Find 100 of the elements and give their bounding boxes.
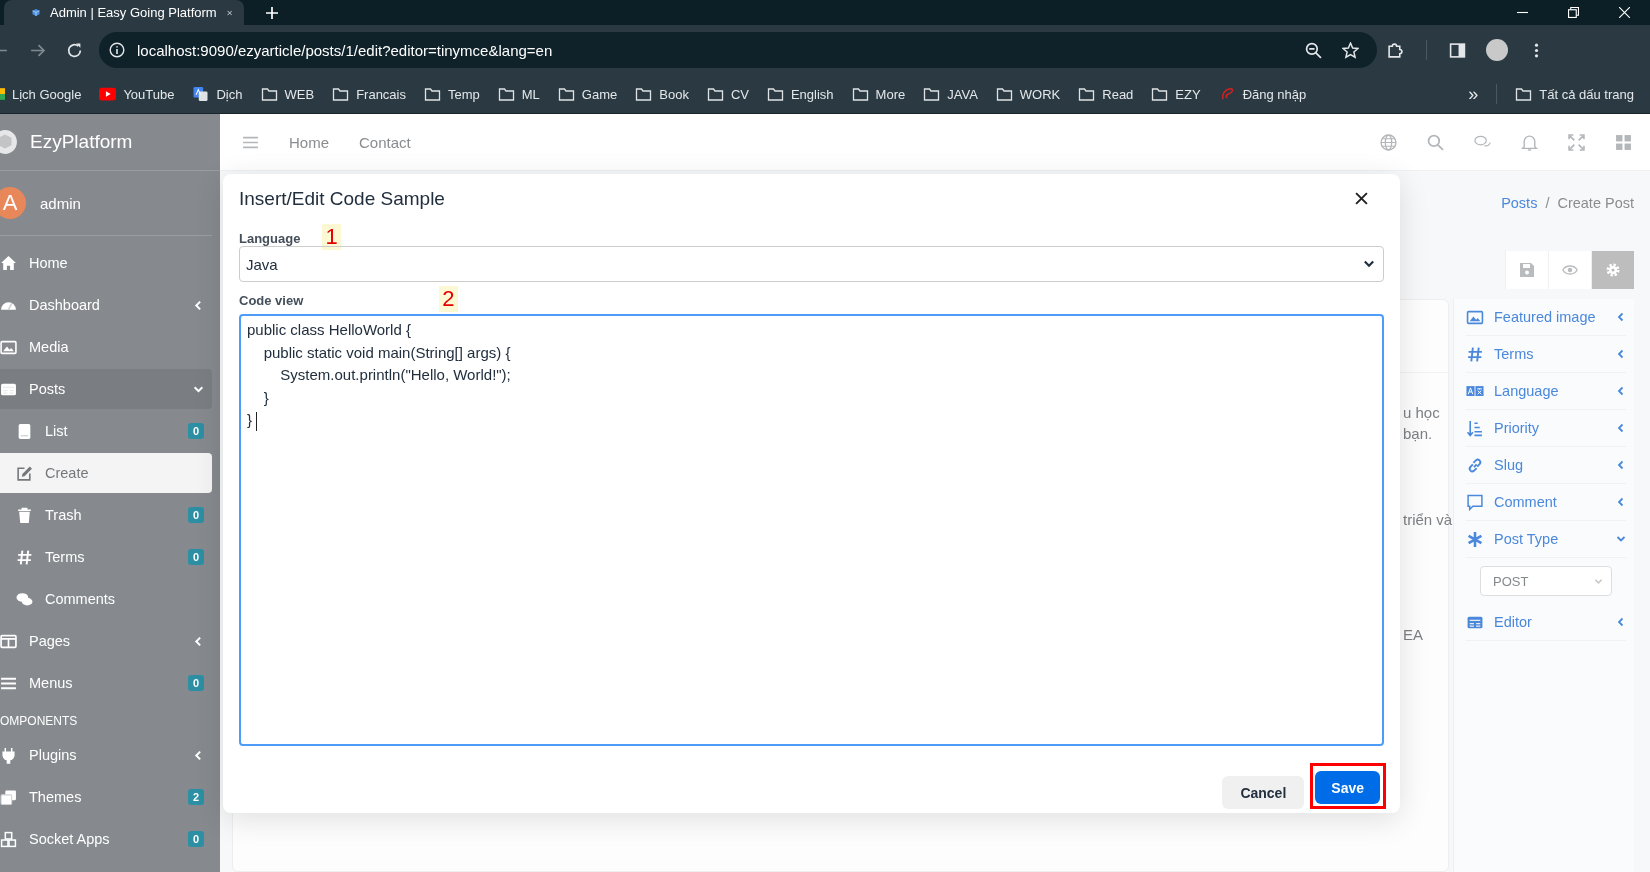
reload-icon[interactable] [66, 41, 83, 59]
info-icon [109, 42, 125, 58]
nav-link[interactable]: Contact [359, 133, 411, 151]
tab-title: Admin | Easy Going Platform [50, 5, 217, 20]
code-field[interactable]: public class HelloWorld { public static void main(String[] args) { System.out.println("Hello, World!"); } } [239, 314, 1384, 746]
windows-icon [0, 788, 17, 806]
count-badge: 0 [187, 423, 204, 439]
field-label: Code view [239, 293, 304, 308]
breadcrumb-current: Create Post [1557, 195, 1634, 211]
sidebar-item[interactable]: Plugins [0, 735, 212, 775]
paragraph-fragment: u học [1403, 404, 1440, 421]
folder-icon [1078, 87, 1096, 101]
bookmark[interactable]: WORK [995, 86, 1061, 102]
folder-icon [706, 87, 724, 101]
chevron-icon [1616, 423, 1626, 433]
brand-name: EzyPlatform [30, 131, 133, 153]
bookmark[interactable]: CV [706, 86, 749, 102]
bookmark[interactable]: More [851, 86, 906, 102]
browser-tab[interactable]: Admin | Easy Going Platform [4, 0, 244, 25]
dialog-title: Insert/Edit Code Sample [239, 187, 445, 210]
side-panel-icon[interactable] [1449, 41, 1466, 59]
folder-icon [260, 87, 278, 101]
bookmark[interactable]: English [766, 86, 834, 102]
chevron-icon [193, 299, 204, 311]
sidebar-item[interactable]: Media [0, 327, 212, 367]
nav-link[interactable]: Home [289, 133, 329, 151]
bookmark[interactable]: Dịch [192, 86, 243, 102]
folder-icon [497, 87, 515, 101]
sidebar-item[interactable]: Trash 0 [0, 495, 212, 535]
sidebar-item[interactable]: Posts [0, 369, 212, 409]
sidebar-item[interactable]: Dashboard [0, 285, 212, 325]
sidebar-item[interactable]: Themes 2 [0, 777, 212, 817]
chevron-icon [193, 635, 204, 647]
link-icon [1466, 456, 1484, 474]
bookmark[interactable]: Lịch Google [0, 86, 82, 102]
folder-icon [635, 87, 653, 101]
bookmark[interactable]: WEB [260, 86, 315, 102]
folder-icon [1515, 87, 1533, 101]
save-button[interactable]: Save [1315, 771, 1380, 804]
eye-icon [1562, 262, 1578, 278]
folder-icon [557, 87, 575, 101]
restore-icon[interactable] [1568, 7, 1579, 18]
language-select[interactable]: Java [239, 246, 1384, 282]
breadcrumb-link[interactable]: Posts [1501, 195, 1538, 211]
sidebar-item[interactable]: Create [0, 453, 212, 493]
settings-section-header[interactable]: Featured image [1466, 299, 1626, 336]
sidebar-item[interactable]: List 0 [0, 411, 212, 451]
folder-icon [923, 87, 941, 101]
plus-icon[interactable] [266, 6, 278, 19]
sidebar-item[interactable]: Comments [0, 579, 212, 619]
bookmark[interactable]: Đăng nhập [1218, 86, 1307, 102]
sidebar-item[interactable]: Socket Apps 0 [0, 819, 212, 859]
address-bar[interactable]: localhost:9090/ezyarticle/posts/1/edit?editor=tinymce&lang=en [99, 32, 1377, 68]
chevron-icon [193, 749, 204, 761]
bookmark[interactable]: Read [1078, 86, 1134, 102]
trash-icon [16, 506, 33, 524]
user-avatar: A [0, 187, 26, 219]
bookmark[interactable]: Game [557, 86, 618, 102]
bookmark[interactable]: JAVA [923, 86, 978, 102]
settings-section-header[interactable]: Terms [1466, 336, 1626, 373]
comment-icon [1466, 493, 1484, 511]
sidebar-item[interactable]: Home [0, 243, 212, 283]
folder-icon [1151, 87, 1169, 101]
paragraph-fragment: EA [1403, 626, 1423, 643]
star-icon[interactable] [1342, 41, 1359, 59]
settings-section-header[interactable]: Language [1466, 373, 1626, 410]
bookmark[interactable]: Francais [332, 86, 406, 102]
bookmark[interactable]: Tất cả dấu trang [1515, 86, 1634, 102]
post-type-select[interactable]: POST [1480, 566, 1612, 596]
section-header: OMPONENTS [0, 714, 79, 728]
profile-avatar[interactable] [1486, 39, 1508, 61]
user-name: admin [40, 194, 81, 212]
hash-icon [16, 548, 33, 566]
settings-section-header[interactable]: Post Type [1466, 521, 1626, 558]
count-badge: 0 [187, 507, 204, 523]
bookmark[interactable]: YouTube [99, 86, 175, 102]
sidebar-item[interactable]: Menus 0 [0, 663, 212, 703]
chevron-icon [1616, 312, 1626, 322]
puzzle-icon[interactable] [1387, 41, 1404, 59]
chevron-icon [1616, 497, 1626, 507]
settings-section-header[interactable]: Priority [1466, 410, 1626, 447]
translate-icon [192, 87, 210, 101]
annotation-number: 1 [322, 224, 341, 250]
cancel-button[interactable]: Cancel [1222, 776, 1305, 809]
columns-icon [0, 632, 17, 650]
count-badge: 0 [187, 675, 204, 691]
settings-section-header[interactable]: Editor [1466, 604, 1626, 641]
bookmark[interactable]: Book [635, 86, 689, 102]
settings-section-header[interactable]: Comment [1466, 484, 1626, 521]
settings-section-header[interactable]: Slug [1466, 447, 1626, 484]
zoom-out-icon[interactable] [1305, 41, 1322, 59]
sidebar-item[interactable]: Terms 0 [0, 537, 212, 577]
sidebar-item[interactable]: Pages [0, 621, 212, 661]
bookmark[interactable]: Temp [424, 86, 480, 102]
text-cursor [256, 411, 258, 431]
bookmark[interactable]: ML [497, 86, 540, 102]
close-icon[interactable] [1355, 191, 1368, 205]
folder-icon [424, 87, 441, 101]
more-bookmarks-button[interactable]: » [1468, 83, 1479, 105]
bookmark[interactable]: EZY [1151, 86, 1201, 102]
